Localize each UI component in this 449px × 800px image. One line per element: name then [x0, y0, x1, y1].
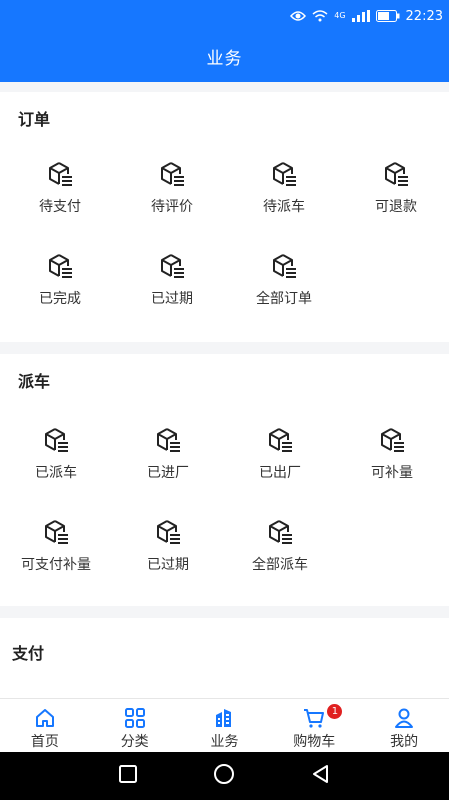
home-icon — [35, 709, 54, 727]
recent-apps-button[interactable] — [118, 764, 138, 788]
page-title: 业务 — [206, 49, 243, 69]
status-time: 22:23 — [405, 8, 443, 24]
back-triangle-icon — [313, 765, 329, 783]
order-pending-payment[interactable]: 待支付 — [4, 156, 116, 226]
tab-home[interactable]: 首页 — [0, 699, 90, 752]
grid-item-label: 已过期 — [147, 557, 189, 573]
grid-item-label: 已进厂 — [147, 465, 189, 481]
status-bar: 4G 22:23 — [290, 0, 449, 32]
back-button[interactable] — [311, 764, 331, 788]
dispatch-all[interactable]: 全部派车 — [224, 514, 336, 584]
grid-item-label: 已过期 — [151, 291, 193, 307]
package-icon — [269, 520, 292, 544]
package-icon — [45, 520, 68, 544]
circle-icon — [214, 764, 235, 784]
grid-icon — [124, 708, 145, 728]
building-icon — [216, 709, 232, 727]
dispatch-section: 派车 已派车 已进厂 已出厂 可补量 可支付补量 已过期 全部派车 — [0, 354, 449, 606]
eye-icon — [290, 10, 307, 22]
package-icon — [49, 162, 72, 186]
dispatch-refillable[interactable]: 可补量 — [336, 422, 448, 492]
grid-item-label: 可补量 — [371, 465, 413, 481]
user-icon — [395, 708, 414, 728]
signal-icon — [351, 10, 370, 22]
grid-item-label: 可退款 — [375, 199, 417, 215]
tab-profile[interactable]: 我的 — [359, 699, 449, 752]
wifi-icon — [312, 10, 328, 22]
grid-item-label: 已完成 — [39, 291, 81, 307]
package-icon — [157, 428, 180, 452]
tab-label: 我的 — [390, 734, 419, 750]
cart-icon — [304, 709, 325, 728]
package-icon — [381, 428, 404, 452]
order-expired[interactable]: 已过期 — [116, 248, 228, 318]
section-title: 支付 — [12, 644, 45, 663]
grid-item-label: 待支付 — [39, 199, 81, 215]
bottom-tab-bar: 首页 分类 业务 1 购物车 我的 — [0, 698, 449, 752]
grid-item-label: 已出厂 — [259, 465, 301, 481]
package-icon — [45, 428, 68, 452]
dispatch-payable-refill[interactable]: 可支付补量 — [0, 514, 112, 584]
tab-label: 业务 — [210, 734, 239, 750]
app-header: 4G 22:23 业务 — [0, 0, 449, 82]
grid-item-label: 已派车 — [35, 465, 77, 481]
package-icon — [273, 162, 296, 186]
package-icon — [269, 428, 292, 452]
home-button[interactable] — [213, 763, 235, 789]
tab-category[interactable]: 分类 — [90, 699, 180, 752]
section-title: 派车 — [18, 372, 51, 391]
grid-item-label: 可支付补量 — [21, 557, 91, 573]
section-title: 订单 — [18, 110, 51, 129]
order-completed[interactable]: 已完成 — [4, 248, 116, 318]
content-area[interactable]: 订单 待支付 待评价 待派车 可退款 已完成 已过期 全部订单 派车 已派车 已… — [0, 82, 449, 698]
order-section: 订单 待支付 待评价 待派车 可退款 已完成 已过期 全部订单 — [0, 92, 449, 342]
grid-item-label: 待派车 — [263, 199, 305, 215]
app-screen: 4G 22:23 业务 订单 待支付 待评价 待派车 可退款 已完成 已过期 全… — [0, 0, 449, 800]
tab-business[interactable]: 业务 — [180, 699, 270, 752]
cart-badge: 1 — [327, 704, 343, 719]
tab-cart[interactable]: 1 购物车 — [269, 699, 359, 752]
dispatch-expired[interactable]: 已过期 — [112, 514, 224, 584]
order-all[interactable]: 全部订单 — [228, 248, 340, 318]
grid-item-label: 待评价 — [151, 199, 193, 215]
order-pending-review[interactable]: 待评价 — [116, 156, 228, 226]
tab-label: 首页 — [30, 734, 59, 750]
grid-item-label: 全部订单 — [256, 291, 312, 307]
package-icon — [157, 520, 180, 544]
package-icon — [385, 162, 408, 186]
grid-item-label: 全部派车 — [252, 557, 308, 573]
order-pending-dispatch[interactable]: 待派车 — [228, 156, 340, 226]
dispatch-entered[interactable]: 已进厂 — [112, 422, 224, 492]
battery-icon — [375, 10, 400, 22]
payment-section: 支付 — [0, 618, 449, 698]
square-icon — [118, 765, 137, 783]
package-icon — [161, 162, 184, 186]
package-icon — [273, 254, 296, 278]
dispatch-exited[interactable]: 已出厂 — [224, 422, 336, 492]
package-icon — [49, 254, 72, 278]
dispatch-dispatched[interactable]: 已派车 — [0, 422, 112, 492]
tab-label: 购物车 — [293, 734, 336, 750]
system-nav-bar — [0, 752, 449, 800]
signal-text: 4G — [334, 11, 346, 20]
tab-label: 分类 — [120, 734, 149, 750]
order-refundable[interactable]: 可退款 — [340, 156, 449, 226]
package-icon — [161, 254, 184, 278]
